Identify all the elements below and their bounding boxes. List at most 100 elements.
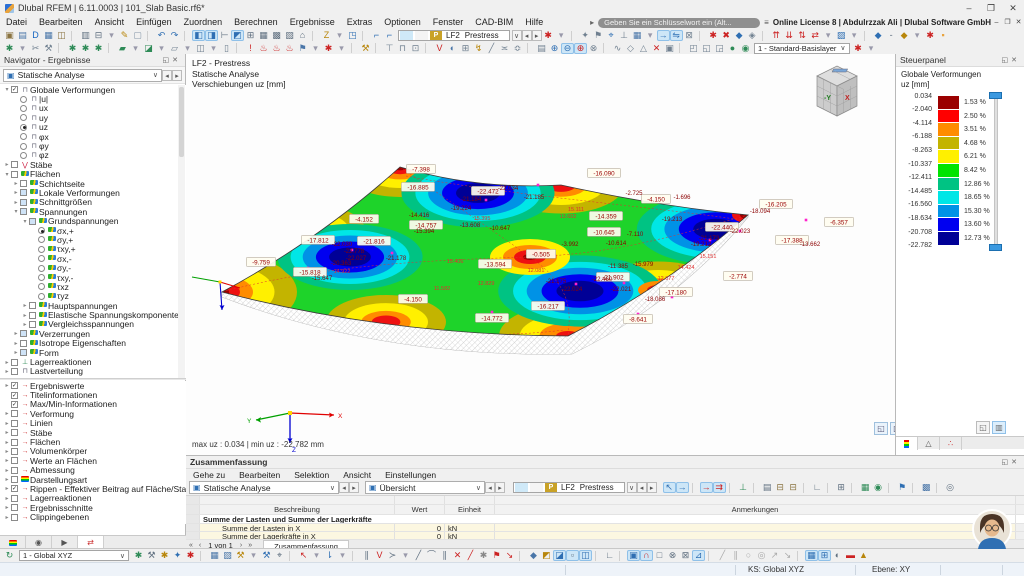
toolbar-icon[interactable]: ◎ <box>944 482 957 493</box>
legend-slider-handle-top[interactable] <box>989 92 1002 99</box>
toolbar-icon[interactable]: ✱ <box>707 30 720 41</box>
results-tree-item[interactable]: ▾ Spannungen <box>0 207 186 217</box>
toolbar-icon[interactable]: ▦ <box>631 30 644 41</box>
results-tree-item[interactable]: ▸ Form <box>0 348 186 358</box>
toolbar-icon[interactable]: ✂ <box>29 43 42 54</box>
toolbar-icon[interactable]: □ <box>653 550 666 561</box>
toolbar-icon[interactable]: ▦ <box>208 550 221 561</box>
results-tree-item[interactable]: ▸ Schnittgrößen <box>0 197 186 207</box>
coordinate-system-combo[interactable]: 1 - Global XYZ ∨ <box>19 550 129 561</box>
results-tree-item[interactable]: ▸ Isotrope Eigenschaften <box>0 338 186 348</box>
toolbar-icon[interactable]: ∥ <box>360 550 373 561</box>
prev-button[interactable]: ◂ <box>339 482 349 493</box>
toolbar-icon[interactable]: ▾ <box>207 43 220 54</box>
toolbar-icon[interactable]: ▩ <box>920 482 933 493</box>
results-tree-item[interactable]: τxy,+ <box>0 244 186 254</box>
legend-slider-track[interactable] <box>994 96 998 248</box>
summary-analysis-combo[interactable]: ▣ Statische Analyse ∨ <box>189 481 339 494</box>
toolbar-icon[interactable]: ✦ <box>579 30 592 41</box>
toolbar-icon[interactable]: ✎ <box>118 30 131 41</box>
toolbar-icon[interactable]: ∥ <box>438 550 451 561</box>
toolbar-icon[interactable]: ✱ <box>3 43 16 54</box>
toolbar-icon[interactable]: ✱ <box>542 30 555 41</box>
toolbar-icon[interactable]: ◪ <box>142 43 155 54</box>
results-tree-item[interactable]: ▸ ⊓ Lastverteilung <box>0 366 186 376</box>
prev-button[interactable]: ◂ <box>485 482 495 493</box>
display-tree-item[interactable]: ▸ Darstellungsart <box>0 475 186 485</box>
toolbar-icon[interactable]: ◇ <box>624 43 637 54</box>
toolbar-icon[interactable]: ▾ <box>181 43 194 54</box>
toolbar-icon[interactable]: ⊓ <box>396 43 409 54</box>
toolbar-icon[interactable]: ↘ <box>781 550 794 561</box>
toolbar-icon[interactable]: ✦ <box>171 550 184 561</box>
toolbar-icon[interactable]: ◰ <box>687 43 700 54</box>
results-tree-item[interactable]: ▸ Vergleichsspannungen <box>0 319 186 329</box>
navigation-cube[interactable]: -Y X <box>808 60 866 122</box>
display-tree-item[interactable]: ▸ → Ergebnisschnitte <box>0 503 186 513</box>
toolbar-icon[interactable]: ▤ <box>761 482 774 493</box>
toolbar-icon[interactable]: ◫ <box>579 550 592 561</box>
toolbar-icon[interactable]: ◲ <box>713 43 726 54</box>
toolbar-icon[interactable]: ! <box>244 43 257 54</box>
results-tree-item[interactable]: ▸ Hauptspannungen <box>0 301 186 311</box>
toolbar-icon[interactable]: ▨ <box>835 30 848 41</box>
tree-scrollbar-thumb[interactable] <box>179 87 184 157</box>
toolbar-icon[interactable]: ⊥ <box>618 30 631 41</box>
toolbar-icon[interactable]: ▾ <box>105 30 118 41</box>
toolbar-icon[interactable]: ▾ <box>129 43 142 54</box>
toolbar-icon[interactable]: ◫ <box>194 43 207 54</box>
toolbar-icon[interactable]: ⊞ <box>818 550 831 561</box>
toolbar-icon[interactable]: ⌒ <box>425 550 438 561</box>
toolbar-icon[interactable]: ▤ <box>535 43 548 54</box>
toolbar-icon[interactable]: ♨ <box>283 43 296 54</box>
close-icon[interactable]: ✕ <box>1011 57 1020 64</box>
table-row[interactable]: Summe der Lasten in X 0 kN <box>186 524 1024 532</box>
toolbar-icon[interactable]: ⚑ <box>592 30 605 41</box>
model-viewport[interactable]: X Y Z -7.398 -16.090 -16.885 -22.472 -17.812 -21… <box>186 54 904 455</box>
toolbar-icon[interactable]: V <box>373 550 386 561</box>
menu-hilfe[interactable]: Hilfe <box>519 16 549 29</box>
toolbar-icon[interactable]: ▲ <box>857 550 870 561</box>
toolbar-icon[interactable]: △ <box>637 43 650 54</box>
toolbar-icon[interactable]: ✕ <box>451 550 464 561</box>
toolbar-icon[interactable]: ✱ <box>132 550 145 561</box>
toolbar-icon[interactable]: ◳ <box>346 30 359 41</box>
float-icon[interactable]: ◱ <box>1002 57 1012 64</box>
toolbar-icon[interactable]: ⇅ <box>796 30 809 41</box>
toolbar-icon[interactable]: ✖ <box>720 30 733 41</box>
results-tree-item[interactable]: σy,+ <box>0 235 186 245</box>
toolbar-icon[interactable]: ✱ <box>79 43 92 54</box>
toolbar-icon[interactable]: ⚑ <box>490 550 503 561</box>
loadcase-dropdown-button[interactable]: ∨ <box>626 482 637 493</box>
toolbar-icon[interactable]: D <box>29 30 42 41</box>
toolbar-icon[interactable]: ▣ <box>663 43 676 54</box>
toolbar-icon[interactable]: ⊿ <box>692 550 705 561</box>
view-option-button[interactable]: ◱ <box>874 422 888 435</box>
toolbar-icon[interactable]: ▾ <box>155 43 168 54</box>
menu-fenster[interactable]: Fenster <box>427 16 470 29</box>
toolbar-icon[interactable]: ♨ <box>270 43 283 54</box>
summary-menu-gehe-zu[interactable]: Gehe zu <box>186 470 232 480</box>
toolbar-icon[interactable]: ⊕ <box>574 42 587 54</box>
display-tree-item[interactable]: ▸ ✓ → Ergebniswerte <box>0 381 186 391</box>
results-tree-item[interactable]: ⊓ φz <box>0 150 186 160</box>
toolbar-icon[interactable]: ▩ <box>270 30 283 41</box>
close-icon[interactable]: ✕ <box>172 57 181 64</box>
toolbar-icon[interactable]: ▾ <box>555 30 568 41</box>
loadcase-combo[interactable]: P LF2 Prestress <box>513 482 625 493</box>
display-tree-item[interactable]: ▸ ✓ → Rippen - Effektiver Beitrag auf Fläch… <box>0 484 186 494</box>
results-tree-item[interactable]: ▸ ⋁ Stäbe <box>0 160 186 170</box>
toolbar-icon[interactable]: ◩ <box>231 30 244 41</box>
toolbar-icon[interactable]: ✱ <box>852 43 865 54</box>
toolbar-icon[interactable]: ◉ <box>739 43 752 54</box>
toolbar-icon[interactable]: ● <box>726 43 739 54</box>
float-icon[interactable]: ◱ <box>1002 459 1012 466</box>
toolbar-icon[interactable]: ⊞ <box>835 482 848 493</box>
toolbar-icon[interactable]: ↯ <box>472 43 485 54</box>
menu-ansicht[interactable]: Ansicht <box>89 16 131 29</box>
tab-filter[interactable]: ∴ <box>940 437 962 450</box>
toolbar-icon[interactable]: ◎ <box>755 550 768 561</box>
toolbar-icon[interactable]: ◐ <box>446 43 459 54</box>
table-group-row[interactable]: Summe der Lasten und Summe der Lagerkräf… <box>186 515 1024 524</box>
toolbar-icon[interactable]: ⊕ <box>548 43 561 54</box>
